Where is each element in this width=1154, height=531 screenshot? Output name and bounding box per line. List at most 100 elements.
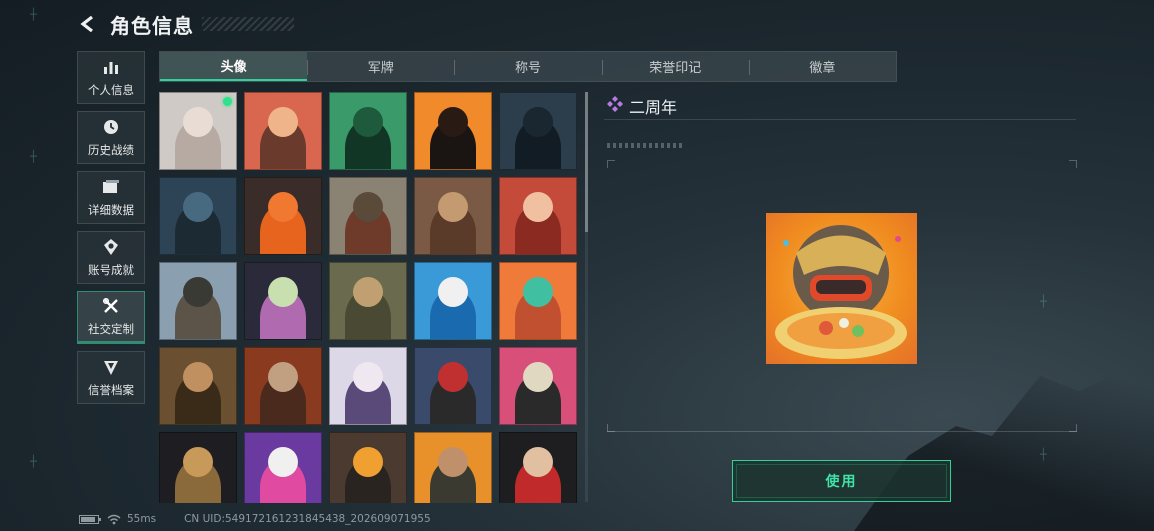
avatar-item[interactable] — [159, 347, 237, 425]
detail-title: 二周年 — [607, 94, 677, 118]
nav-item-match-history[interactable]: 历史战绩 — [77, 111, 145, 164]
avatar-item[interactable] — [414, 92, 492, 170]
avatar-item[interactable] — [244, 177, 322, 255]
avatar-head — [353, 362, 383, 392]
avatar-item[interactable] — [329, 432, 407, 503]
tab-badge[interactable]: 徽章 — [748, 52, 896, 81]
tab-avatar[interactable]: 头像 — [160, 52, 308, 81]
avatar-head — [523, 277, 553, 307]
avatar-item[interactable] — [499, 92, 577, 170]
avatar-item[interactable] — [329, 92, 407, 170]
category-tabs: 头像 军牌 称号 荣誉印记 徽章 — [159, 51, 897, 82]
crosshair-mark: ┼ — [30, 150, 37, 163]
avatar-head — [438, 277, 468, 307]
crosshair-mark: ┼ — [30, 8, 37, 21]
avatar-head — [523, 192, 553, 222]
avatar-item[interactable] — [244, 432, 322, 503]
avatar-head — [268, 107, 298, 137]
avatar-preview-image — [766, 213, 917, 364]
nav-label: 详细数据 — [88, 203, 134, 217]
nav-label: 信誉档案 — [88, 383, 134, 397]
achievement-badge-icon — [102, 237, 120, 257]
avatar-item[interactable] — [499, 262, 577, 340]
avatar-head — [438, 107, 468, 137]
avatar-head — [183, 362, 213, 392]
selected-indicator-dot — [223, 97, 232, 106]
avatar-item[interactable] — [329, 262, 407, 340]
avatar-head — [268, 192, 298, 222]
avatar-item[interactable] — [329, 347, 407, 425]
avatar-item[interactable] — [244, 347, 322, 425]
avatar-item[interactable] — [159, 92, 237, 170]
nav-label: 历史战绩 — [88, 143, 134, 157]
avatar-head — [268, 277, 298, 307]
avatar-head — [183, 447, 213, 477]
nav-label: 账号成就 — [88, 263, 134, 277]
crosshair-mark: ┼ — [30, 455, 37, 468]
wifi-icon — [107, 514, 121, 525]
avatar-item[interactable] — [329, 177, 407, 255]
tab-dog-tag[interactable]: 军牌 — [307, 52, 454, 81]
nav-item-social-custom[interactable]: 社交定制 — [77, 291, 145, 344]
avatar-head — [353, 107, 383, 137]
avatar-scrollbar[interactable] — [585, 92, 588, 502]
avatar-item[interactable] — [414, 432, 492, 503]
avatar-head — [523, 362, 553, 392]
avatar-item[interactable] — [244, 262, 322, 340]
diamond-cluster-icon — [607, 96, 623, 116]
avatar-head — [353, 447, 383, 477]
detail-dash-decoration — [607, 143, 682, 148]
avatar-head — [183, 107, 213, 137]
tab-title[interactable]: 称号 — [454, 52, 601, 81]
avatar-head — [438, 447, 468, 477]
uid-text: CN UID:549172161231845438_202609071955 — [184, 513, 431, 525]
scrollbar-thumb[interactable] — [585, 92, 588, 232]
history-clock-icon — [102, 117, 120, 137]
avatar-grid-container — [159, 92, 579, 503]
battery-icon — [79, 514, 101, 524]
nav-item-credit-record[interactable]: 信誉档案 — [77, 351, 145, 404]
avatar-head — [523, 107, 553, 137]
ping-text: 55ms — [127, 513, 157, 525]
avatar-head — [438, 362, 468, 392]
tab-honor-mark[interactable]: 荣誉印记 — [601, 52, 749, 81]
title-decoration — [202, 17, 294, 31]
bar-chart-icon — [102, 57, 120, 77]
avatar-item[interactable] — [499, 432, 577, 503]
tools-cross-icon — [102, 296, 120, 316]
avatar-item[interactable] — [159, 177, 237, 255]
use-button[interactable]: 使用 — [732, 460, 951, 502]
avatar-item[interactable] — [414, 177, 492, 255]
avatar-item[interactable] — [244, 92, 322, 170]
detail-divider — [604, 119, 1076, 120]
avatar-item[interactable] — [414, 262, 492, 340]
nav-label: 个人信息 — [88, 83, 134, 97]
folder-stack-icon — [102, 177, 120, 197]
nav-label: 社交定制 — [88, 322, 134, 336]
avatar-item[interactable] — [499, 177, 577, 255]
avatar-item[interactable] — [159, 432, 237, 503]
nav-item-personal-info[interactable]: 个人信息 — [77, 51, 145, 104]
avatar-item[interactable] — [159, 262, 237, 340]
shield-gem-icon — [102, 357, 120, 377]
header: 角色信息 — [78, 12, 294, 38]
avatar-head — [353, 277, 383, 307]
selected-avatar-name: 二周年 — [629, 98, 678, 117]
avatar-head — [183, 192, 213, 222]
avatar-head — [438, 192, 468, 222]
avatar-item[interactable] — [499, 347, 577, 425]
nav-item-achievements[interactable]: 账号成就 — [77, 231, 145, 284]
left-nav: 个人信息 历史战绩 详细数据 账号成就 社交定制 信誉档案 — [77, 51, 145, 411]
page-title: 角色信息 — [110, 13, 194, 38]
avatar-item[interactable] — [414, 347, 492, 425]
avatar-head — [268, 362, 298, 392]
avatar-head — [523, 447, 553, 477]
avatar-head — [268, 447, 298, 477]
crosshair-mark: ┼ — [1040, 448, 1047, 461]
status-bar: 55ms CN UID:549172161231845438_202609071… — [79, 513, 431, 525]
avatar-head — [353, 192, 383, 222]
avatar-grid — [159, 92, 579, 503]
nav-item-detailed-data[interactable]: 详细数据 — [77, 171, 145, 224]
avatar-head — [183, 277, 213, 307]
back-arrow-icon[interactable] — [78, 14, 98, 34]
